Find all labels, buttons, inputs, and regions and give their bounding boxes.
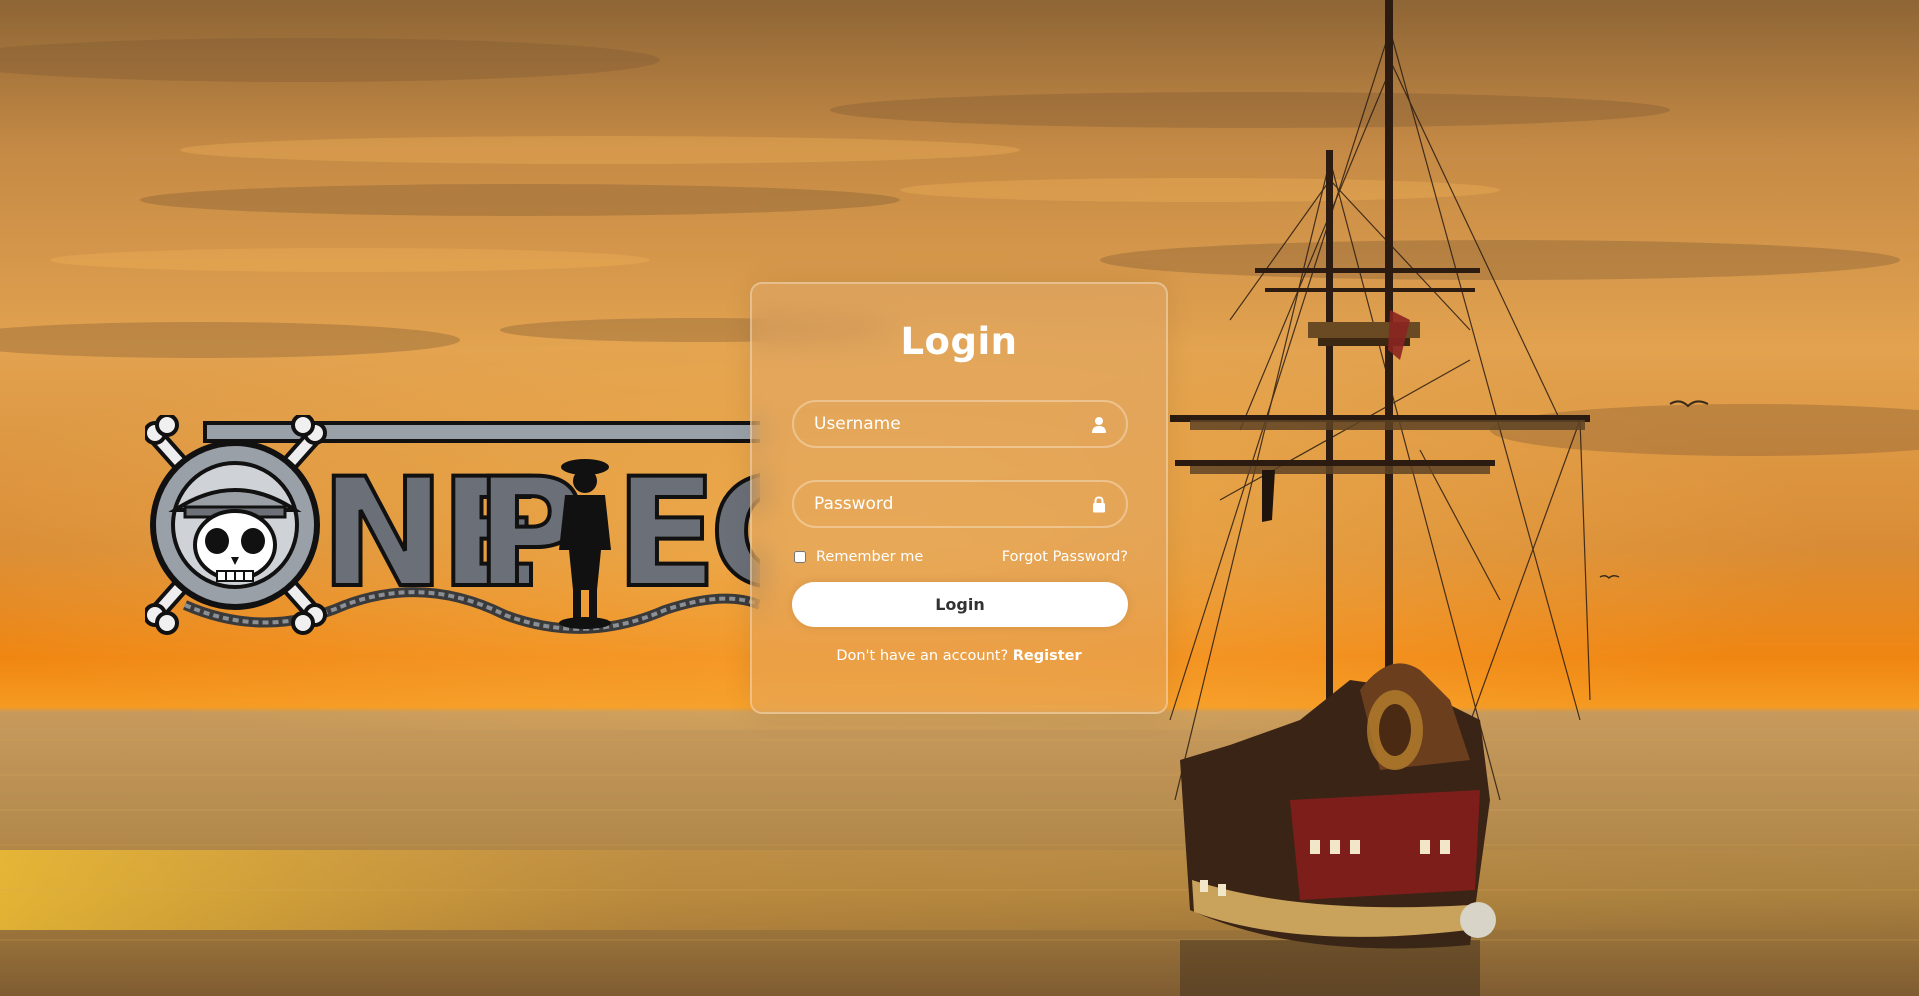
login-title: Login bbox=[900, 320, 1018, 363]
username-field-wrapper bbox=[792, 400, 1128, 448]
login-page: NE P ECE Login bbox=[0, 0, 1919, 996]
remember-me-label[interactable]: Remember me bbox=[792, 549, 923, 565]
svg-text:ECE: ECE bbox=[615, 447, 760, 621]
lock-icon bbox=[1090, 495, 1108, 513]
remember-me-text: Remember me bbox=[816, 549, 924, 565]
login-form-card: Login Remember me bbox=[750, 282, 1168, 714]
username-input[interactable] bbox=[792, 400, 1128, 448]
one-piece-logo: NE P ECE bbox=[145, 415, 760, 640]
login-button[interactable]: Login bbox=[792, 582, 1128, 627]
password-field-wrapper bbox=[792, 480, 1128, 528]
register-row: Don't have an account? Register bbox=[752, 648, 1166, 664]
register-link[interactable]: Register bbox=[1013, 648, 1082, 664]
password-input[interactable] bbox=[792, 480, 1128, 528]
register-prompt-text: Don't have an account? bbox=[836, 648, 1013, 664]
forgot-password-link[interactable]: Forgot Password? bbox=[1002, 549, 1128, 565]
user-icon bbox=[1090, 415, 1108, 433]
remember-forgot-row: Remember me Forgot Password? bbox=[792, 546, 1128, 568]
remember-me-checkbox[interactable] bbox=[794, 551, 806, 563]
